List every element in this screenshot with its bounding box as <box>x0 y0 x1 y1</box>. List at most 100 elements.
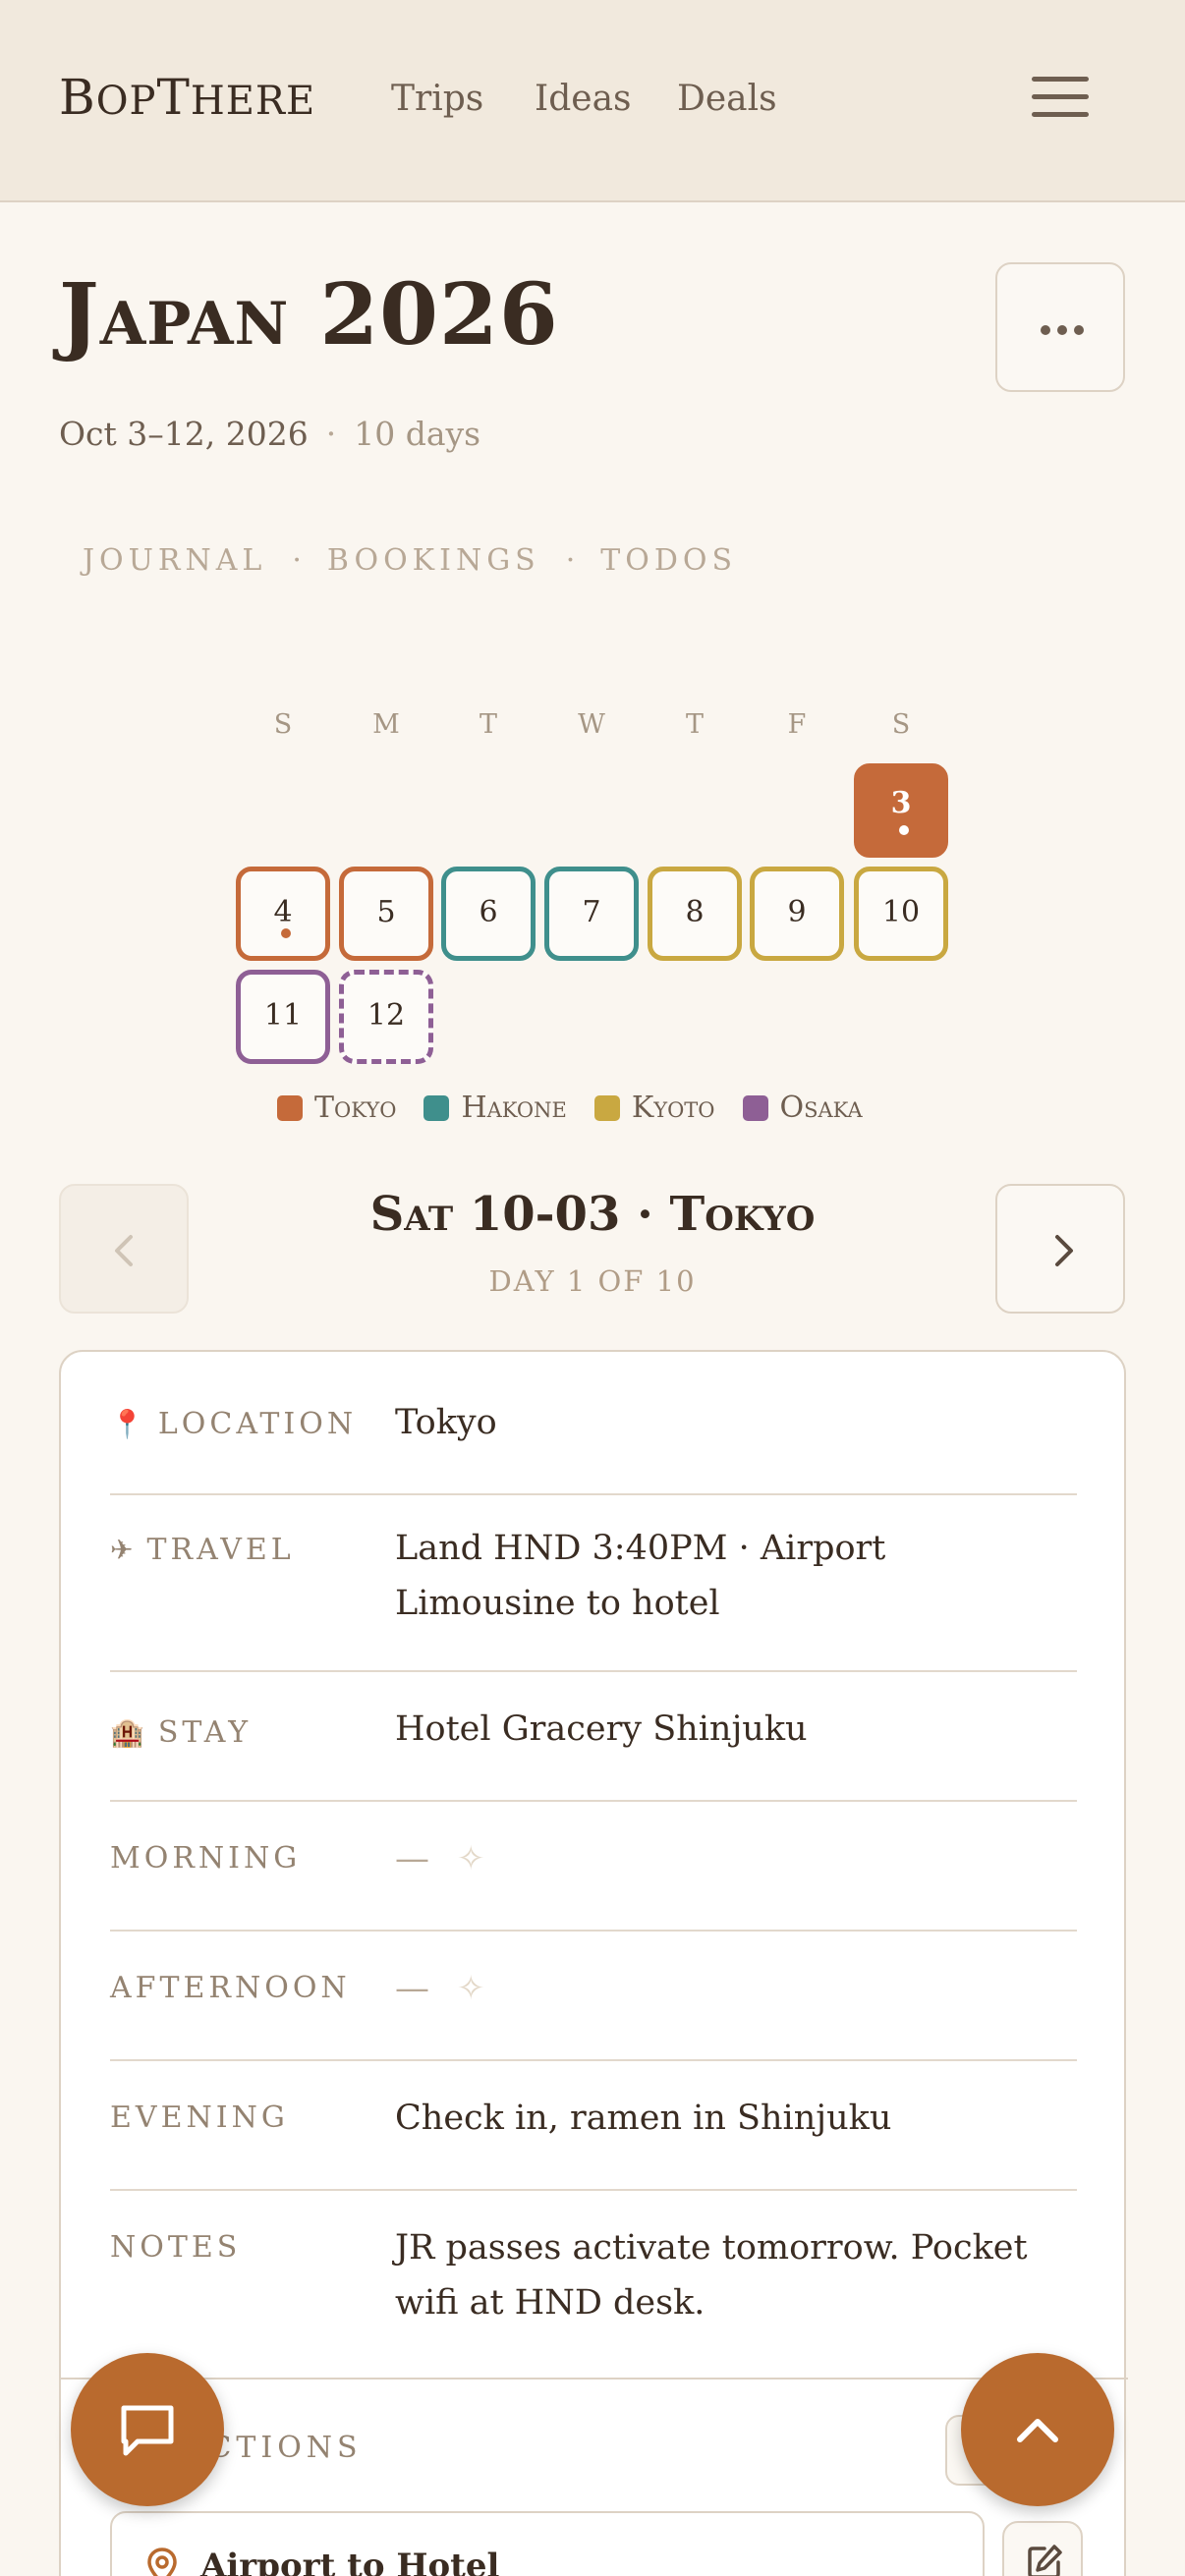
tab-todos[interactable]: TODOS <box>600 543 737 578</box>
legend-item-kyoto: Kyoto <box>593 1091 715 1125</box>
tab-journal[interactable]: JOURNAL <box>83 543 266 578</box>
chevron-left-icon <box>115 1235 133 1266</box>
chat-button[interactable] <box>71 2353 224 2506</box>
pin-icon: 📍 <box>110 1408 144 1440</box>
calendar-day-9[interactable]: 9 <box>750 867 844 961</box>
legend-swatch <box>593 1094 620 1121</box>
divider <box>61 2378 1128 2380</box>
entry-dot <box>899 825 909 835</box>
row-evening[interactable]: EVENING Check in, ramen in Shinjuku <box>110 2061 1077 2191</box>
section-tabs: JOURNAL · BOOKINGS · TODOS <box>83 543 737 578</box>
brand-initial: B <box>59 69 96 126</box>
row-value: Hotel Gracery Shinjuku <box>395 1709 808 1749</box>
day-number: 4 <box>273 895 293 929</box>
calendar-day-10[interactable]: 10 <box>854 867 948 961</box>
day-number: 9 <box>787 895 807 929</box>
row-label: MORNING <box>110 1841 302 1876</box>
top-nav-bar: BOPTHERE Trips Ideas Deals <box>0 0 1185 202</box>
brand-initial: T <box>156 69 191 126</box>
airplane-icon: ✈ <box>110 1534 134 1566</box>
city-legend: Tokyo Hakone Kyoto Osaka <box>277 1091 890 1125</box>
row-label: NOTES <box>110 2230 242 2265</box>
weekday-label: M <box>372 709 400 740</box>
calendar-day-3[interactable]: 3 <box>854 763 948 858</box>
row-stay[interactable]: 🏨 STAY Hotel Gracery Shinjuku <box>110 1672 1077 1802</box>
ellipsis-icon <box>1041 325 1050 335</box>
direction-item[interactable]: Airport to Hotel <box>110 2511 985 2576</box>
empty-value: — <box>395 1969 429 2008</box>
tab-bookings[interactable]: BOOKINGS <box>327 543 540 578</box>
next-day-button[interactable] <box>995 1184 1125 1314</box>
chat-icon <box>121 2405 174 2456</box>
brand-logo[interactable]: BOPTHERE <box>59 69 315 126</box>
row-value: Land HND 3:40PM · Airport Limousine to h… <box>395 1529 886 1623</box>
more-options-button[interactable] <box>995 262 1125 392</box>
day-number: 12 <box>367 998 406 1033</box>
hotel-icon: 🏨 <box>110 1716 144 1749</box>
row-label: TRAVEL <box>146 1533 295 1567</box>
nav-link-deals[interactable]: Deals <box>677 79 777 119</box>
day-details-card: 📍 LOCATION Tokyo ✈ TRAVEL Land HND 3:40PM … <box>59 1350 1128 2576</box>
edit-direction-button[interactable] <box>1002 2521 1083 2576</box>
legend-swatch <box>423 1094 450 1121</box>
row-afternoon[interactable]: AFTERNOON — ✧ <box>110 1932 1077 2061</box>
calendar-day-4[interactable]: 4 <box>236 867 330 961</box>
date-range: Oct 3–12, 2026 <box>59 415 309 453</box>
direction-name: Airport to Hotel <box>200 2547 500 2576</box>
tab-separator: · <box>292 543 302 578</box>
row-label: LOCATION <box>157 1407 358 1441</box>
nav-link-ideas[interactable]: Ideas <box>535 79 632 119</box>
weekday-label: F <box>787 709 807 740</box>
day-title: Sat 10-03 · Tokyo <box>369 1187 816 1242</box>
row-value: JR passes activate tomorrow. Pocket wifi… <box>395 2228 1028 2323</box>
day-number: 8 <box>685 895 705 929</box>
brand-text: OP <box>95 79 157 124</box>
row-value: Tokyo <box>395 1403 497 1442</box>
day-number: 6 <box>479 895 498 929</box>
separator: · <box>325 415 337 453</box>
row-label: STAY <box>157 1715 253 1750</box>
brand-text: HERE <box>190 79 316 124</box>
calendar-day-6[interactable]: 6 <box>441 867 536 961</box>
chevron-right-icon <box>1055 1235 1073 1266</box>
row-travel[interactable]: ✈ TRAVEL Land HND 3:40PM · Airport Limous… <box>110 1495 1077 1672</box>
calendar-day-7[interactable]: 7 <box>544 867 639 961</box>
weekday-label: T <box>685 709 704 740</box>
row-value: Check in, ramen in Shinjuku <box>395 2099 892 2138</box>
weekday-label: W <box>578 709 605 740</box>
legend-swatch <box>742 1094 768 1121</box>
calendar-day-11[interactable]: 11 <box>236 970 330 1064</box>
map-pin-icon <box>147 2548 177 2576</box>
weekday-label: S <box>891 709 911 740</box>
trip-duration: 10 days <box>354 415 481 453</box>
edit-icon <box>1028 2545 1062 2576</box>
calendar-day-8[interactable]: 8 <box>648 867 742 961</box>
day-number: 7 <box>582 895 601 929</box>
legend-item-hakone: Hakone <box>423 1091 567 1125</box>
day-number: 5 <box>376 895 396 929</box>
row-morning[interactable]: MORNING — ✧ <box>110 1802 1077 1932</box>
hamburger-icon[interactable] <box>1032 77 1089 122</box>
weekday-label: S <box>273 709 293 740</box>
weekday-label: T <box>479 709 497 740</box>
day-number: 10 <box>881 895 921 929</box>
row-notes[interactable]: NOTES JR passes activate tomorrow. Pocke… <box>110 2191 1077 2378</box>
row-label: EVENING <box>110 2100 289 2135</box>
chevron-up-icon <box>1017 2419 1058 2442</box>
calendar-day-12[interactable]: 12 <box>339 970 433 1064</box>
legend-item-tokyo: Tokyo <box>277 1091 396 1125</box>
trip-dates: Oct 3–12, 2026 · 10 days <box>59 415 480 453</box>
legend-swatch <box>277 1094 303 1121</box>
entry-dot <box>281 928 291 938</box>
tab-separator: · <box>565 543 576 578</box>
empty-value: — <box>395 1839 429 1878</box>
sparkle-icon[interactable]: ✧ <box>457 1839 485 1878</box>
nav-link-trips[interactable]: Trips <box>391 79 483 119</box>
sparkle-icon[interactable]: ✧ <box>457 1969 485 2008</box>
legend-item-osaka: Osaka <box>742 1091 863 1125</box>
scroll-to-top-button[interactable] <box>961 2353 1114 2506</box>
day-number: 3 <box>890 786 912 820</box>
row-location[interactable]: 📍 LOCATION Tokyo <box>110 1352 1077 1495</box>
calendar-day-5[interactable]: 5 <box>339 867 433 961</box>
previous-day-button[interactable] <box>59 1184 189 1314</box>
